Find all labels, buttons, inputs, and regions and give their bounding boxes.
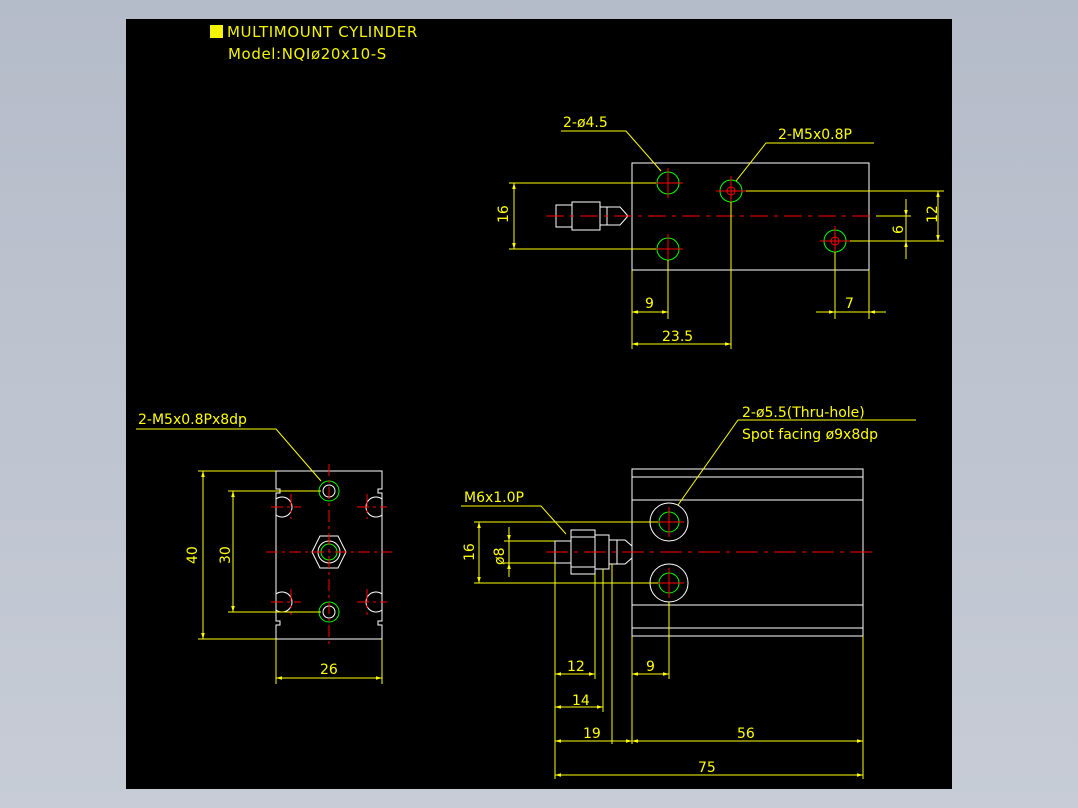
dim-12-side: 12 — [567, 659, 585, 675]
end-view-dimensions — [136, 428, 383, 684]
dim-16-top: 16 — [496, 205, 512, 223]
dim-30: 30 — [218, 546, 234, 564]
dim-dia-8: ø8 — [492, 548, 508, 565]
side-view: 2-ø5.5(Thru-hole) Spot facing ø9x8dp M6x… — [461, 405, 916, 779]
top-view: 2-ø4.5 2-M5x0.8P 16 12 6 9 23.5 7 — [496, 115, 944, 349]
side-view-dimensions — [461, 419, 916, 779]
end-view: 2-M5x0.8Px8dp 40 30 26 — [136, 412, 392, 684]
drawing-svg: 2-ø4.5 2-M5x0.8P 16 12 6 9 23.5 7 2-M5x0… — [136, 115, 944, 779]
dim-14: 14 — [572, 693, 590, 709]
dim-9-top: 9 — [645, 296, 654, 312]
dim-6-top: 6 — [891, 225, 907, 234]
top-view-dimensions — [509, 130, 944, 349]
callout-2-m5-thread: 2-M5x0.8P — [778, 127, 852, 143]
dim-75: 75 — [698, 760, 716, 776]
dim-26: 26 — [320, 662, 338, 678]
cad-drawing-canvas[interactable]: MULTIMOUNT CYLINDER Model:NQIø20x10-S 2-… — [126, 19, 952, 789]
dim-19: 19 — [583, 726, 601, 742]
dim-56: 56 — [737, 726, 755, 742]
dim-23-5-top: 23.5 — [662, 329, 693, 345]
callout-m5-thread-depth: 2-M5x0.8Px8dp — [138, 412, 247, 428]
dim-12-top: 12 — [925, 205, 941, 223]
dim-16-side: 16 — [462, 543, 478, 561]
callout-spot-facing: Spot facing ø9x8dp — [742, 427, 878, 443]
dim-40: 40 — [185, 546, 201, 564]
dim-7-top: 7 — [845, 296, 854, 312]
callout-2-dia-4-5: 2-ø4.5 — [563, 115, 608, 131]
callout-thru-hole: 2-ø5.5(Thru-hole) — [742, 405, 865, 421]
callout-rod-thread: M6x1.0P — [464, 490, 524, 506]
dim-9-side: 9 — [646, 659, 655, 675]
